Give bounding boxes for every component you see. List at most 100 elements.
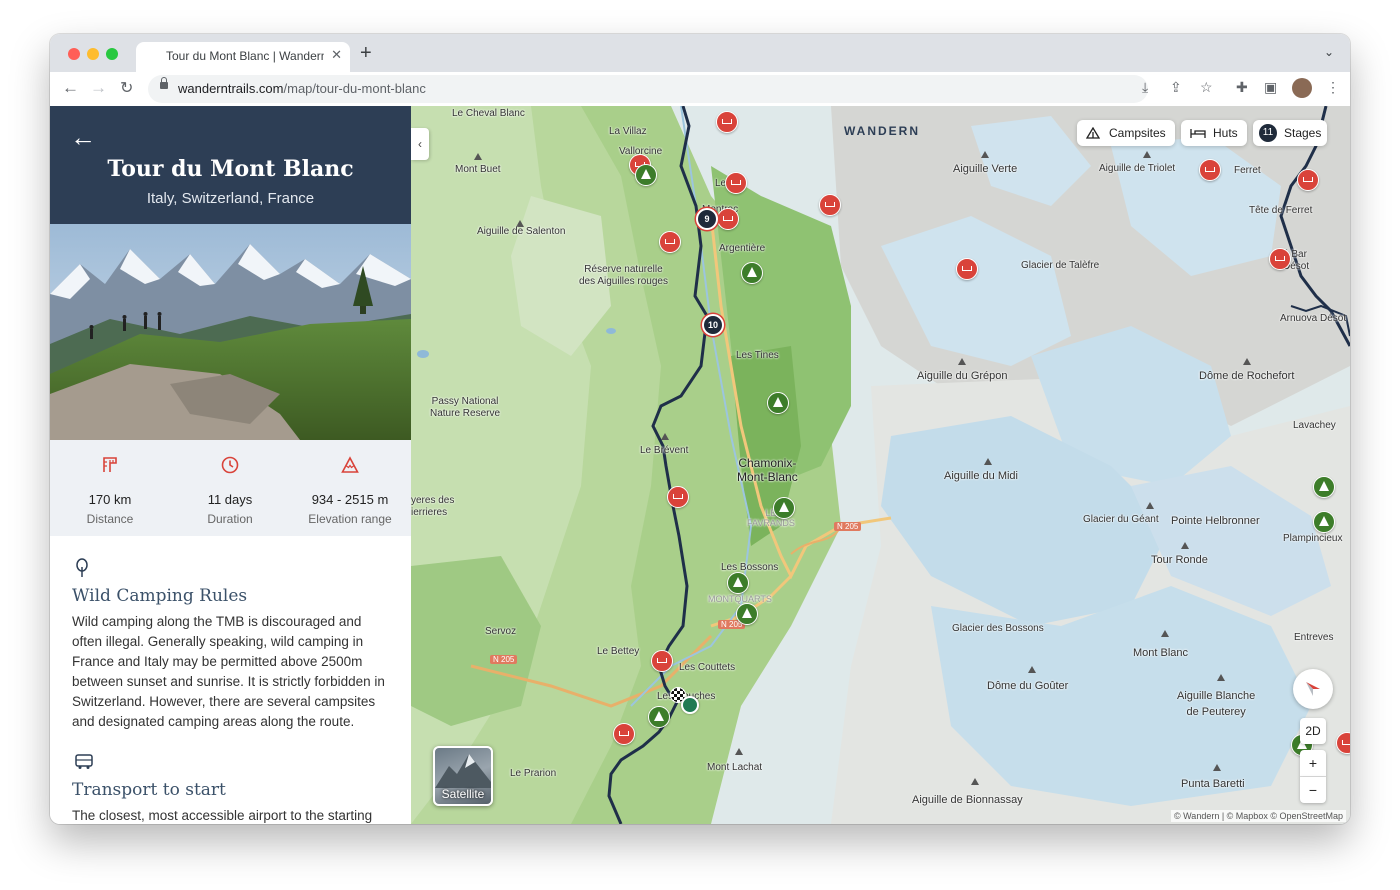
compass-button[interactable] [1293,669,1333,709]
map-label: Le Cheval Blanc [452,108,525,119]
tab-search-icon[interactable]: ⌄ [1324,45,1334,59]
hut-marker[interactable] [1199,159,1221,181]
peak-icon [661,433,669,440]
trail-title: Tour du Mont Blanc [107,156,354,182]
share-icon[interactable]: ⇪ [1170,79,1182,96]
stat-value: 934 - 2515 m [311,492,389,507]
map-label: Dôme de Rochefort [1199,370,1295,382]
back-icon[interactable]: ← [62,78,79,98]
map-label: Aiguille du Grépon [917,370,1008,382]
trail-subtitle: Italy, Switzerland, France [146,190,315,207]
map-label: Passy National Nature Reserve [430,396,501,419]
campsite-marker[interactable] [773,497,795,519]
map-label: Les Couttets [679,662,736,673]
stage-marker[interactable]: 9 [696,208,718,230]
stages-label: Stages [1284,126,1322,140]
bed-icon [1190,129,1206,138]
back-arrow-icon[interactable]: ← [70,124,96,150]
map-label: Aiguille de Bionnassay [912,794,1023,806]
campsite-marker[interactable] [767,392,789,414]
section-title: Transport to start [72,780,226,800]
hut-marker[interactable] [956,258,978,280]
hut-marker[interactable] [716,111,738,133]
peak-icon [474,153,482,160]
campsite-marker[interactable] [635,164,657,186]
campsite-marker[interactable] [727,572,749,594]
hut-marker[interactable] [717,208,739,230]
new-tab-button[interactable]: + [360,43,372,63]
bus-icon [75,754,93,769]
menu-icon[interactable]: ⋮ [1326,79,1340,96]
hut-marker[interactable] [725,172,747,194]
url-text: wanderntrails.com/map/tour-du-mont-blanc [178,81,426,96]
peak-icon [1181,542,1189,549]
huts-filter[interactable]: Huts [1181,120,1247,146]
tab-bar: Tour du Mont Blanc | Wandern ✕ + ⌄ [50,34,1350,72]
hut-marker[interactable] [651,650,673,672]
maximize-window-button[interactable] [106,48,118,60]
map-label: Punta Baretti [1181,778,1245,790]
map-label: Le Brévent [640,445,689,456]
trail-sidebar: ← Tour du Mont Blanc Italy, Switzerland,… [50,106,412,824]
hut-marker[interactable] [613,723,635,745]
minimize-window-button[interactable] [87,48,99,60]
browser-tab[interactable]: Tour du Mont Blanc | Wandern ✕ [136,42,350,72]
clock-icon [221,456,239,474]
zoom-in-button[interactable]: + [1300,750,1326,777]
campsite-marker[interactable] [1313,476,1335,498]
tent-icon [1086,127,1100,139]
extensions-icon[interactable]: ✚ [1236,79,1248,96]
hut-marker[interactable] [659,231,681,253]
peak-icon [1213,764,1221,771]
campsite-marker[interactable] [741,262,763,284]
map-label: Pointe Helbronner [1171,515,1260,527]
start-marker[interactable] [681,696,699,714]
address-bar[interactable]: wanderntrails.com/map/tour-du-mont-blanc [148,75,1148,103]
hut-marker[interactable] [1297,169,1319,191]
stat-duration: 11 days Duration [170,440,290,536]
view-2d-toggle[interactable]: 2D [1300,718,1326,744]
map-label: MONTQUARTS [708,594,772,604]
map-label: Ferret [1234,165,1261,176]
stat-label: Elevation range [308,512,392,526]
hut-marker[interactable] [667,486,689,508]
star-icon[interactable]: ☆ [1200,79,1213,96]
map-label: Mont Lachat [707,762,763,773]
mountain-photo-illustration [50,224,411,440]
map-label: Les Bossons [721,562,779,573]
install-icon[interactable]: ⤓ [1142,79,1148,96]
peak-icon [1028,666,1036,673]
stages-filter[interactable]: 11 Stages [1253,120,1327,146]
trail-photo [50,224,411,440]
peak-icon [981,151,989,158]
side-panel-icon[interactable]: ▣ [1264,79,1277,96]
zoom-out-button[interactable]: − [1300,777,1326,803]
campsite-marker[interactable] [736,603,758,625]
map-label: Plampincieux [1283,533,1343,544]
stage-marker[interactable]: 10 [702,314,724,336]
tab-close-icon[interactable]: ✕ [331,47,342,63]
lock-icon [160,77,168,89]
map-label: Aiguille du Midi [944,470,1018,482]
map-attribution[interactable]: © Wandern | © Mapbox © OpenStreetMap [1171,810,1346,822]
url-path: /map/tour-du-mont-blanc [283,81,426,96]
hut-marker[interactable] [1269,248,1291,270]
campsite-marker[interactable] [1313,511,1335,533]
url-domain: wanderntrails.com [178,81,284,96]
forward-icon[interactable]: → [90,78,107,98]
map-label: Aiguille de Triolet [1099,163,1176,174]
stages-count-badge: 11 [1259,124,1277,142]
avatar[interactable] [1292,78,1312,98]
map-label: Lavachey [1293,420,1336,431]
campsites-filter[interactable]: Campsites [1077,120,1175,146]
campsite-marker[interactable] [648,706,670,728]
map-brand: WANDERN [844,124,920,138]
close-window-button[interactable] [68,48,80,60]
browser-window: Tour du Mont Blanc | Wandern ✕ + ⌄ ← → ↻… [50,34,1350,824]
map-view[interactable]: ‹ WANDERN Campsites Huts 11 Stages Le Ch… [411,106,1350,824]
collapse-sidebar-button[interactable]: ‹ [411,128,429,160]
satellite-thumbnail [435,754,491,788]
hut-marker[interactable] [819,194,841,216]
satellite-toggle-button[interactable]: Satellite [433,746,493,806]
reload-icon[interactable]: ↻ [120,78,133,98]
